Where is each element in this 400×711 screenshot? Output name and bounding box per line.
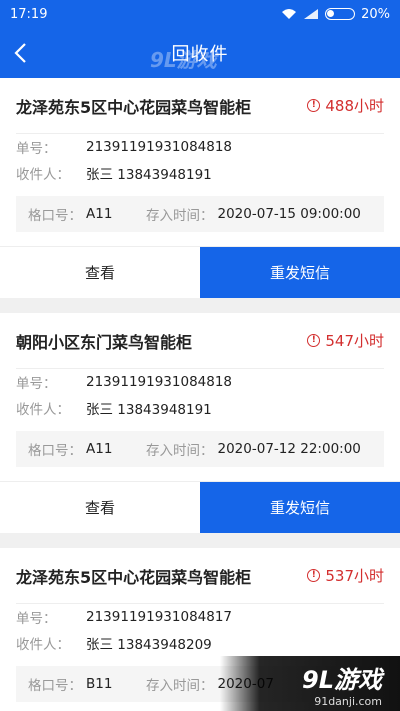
resend-sms-button[interactable]: 重发短信 (200, 247, 400, 298)
battery-icon (325, 8, 356, 20)
status-bar: 17:19 20% (0, 0, 400, 28)
locker-location: 龙泽苑东5区中心花园菜鸟智能柜 (16, 567, 252, 587)
recipient-label: 收件人： (16, 402, 70, 418)
slot-info-box: 格口号： A11 存入时间： 2020-07-15 09:00:00 (16, 196, 384, 232)
recipient-label: 收件人： (16, 637, 70, 653)
slot-value: A11 (86, 206, 113, 222)
stored-time-label: 存入时间： (146, 208, 214, 224)
stored-time-value: 2020-07-12 22:00:00 (217, 441, 361, 457)
back-arrow-icon[interactable] (10, 40, 34, 66)
recipient-value: 张三 13843948209 (86, 637, 212, 653)
slot-label: 格口号： (28, 208, 82, 224)
slot-value: B11 (86, 676, 113, 692)
view-button[interactable]: 查看 (0, 482, 200, 533)
hours-value: 537小时 (325, 567, 384, 585)
hours-value: 488小时 (325, 97, 384, 115)
order-no-value: 21391191931084818 (86, 139, 233, 155)
stored-time-label: 存入时间： (146, 678, 214, 694)
signal-icon (304, 9, 319, 19)
app-header: 17:19 20% 回收件 9L游戏 (0, 0, 400, 78)
stored-time-value: 2020-07-15 09:00:00 (217, 206, 361, 222)
recipient-label: 收件人： (16, 167, 70, 183)
locker-location: 朝阳小区东门菜鸟智能柜 (16, 332, 193, 352)
order-no-label: 单号： (16, 611, 57, 627)
slot-value: A11 (86, 441, 113, 457)
resend-sms-button[interactable]: 重发短信 (200, 482, 400, 533)
status-icons: 20% (281, 7, 390, 22)
watermark-logo: 9L游戏 (302, 665, 382, 694)
watermark-top-logo: 9L游戏 (150, 48, 217, 72)
alert-icon: ! (307, 569, 321, 582)
order-no-value: 21391191931084817 (86, 609, 233, 625)
order-no-value: 21391191931084818 (86, 374, 233, 390)
view-button[interactable]: 查看 (0, 247, 200, 298)
watermark-badge: 9L游戏 91danji.com (220, 656, 400, 711)
recipient-value: 张三 13843948191 (86, 402, 212, 418)
stored-time-label: 存入时间： (146, 443, 214, 459)
watermark-url: 91danji.com (314, 694, 382, 708)
alert-icon: ! (307, 99, 321, 112)
parcel-card: 朝阳小区东门菜鸟智能柜 ! 547小时 单号： 2139119193108481… (0, 313, 400, 533)
hours-value: 547小时 (325, 332, 384, 350)
alert-icon: ! (307, 334, 321, 347)
battery-percent: 20% (361, 6, 390, 22)
parcel-card: 龙泽苑东5区中心花园菜鸟智能柜 ! 488小时 单号： 213911919310… (0, 78, 400, 298)
overdue-hours: ! 488小时 (307, 95, 384, 116)
recipient-value: 张三 13843948191 (86, 167, 212, 183)
wifi-icon (282, 9, 297, 19)
order-no-label: 单号： (16, 141, 57, 157)
locker-location: 龙泽苑东5区中心花园菜鸟智能柜 (16, 97, 252, 117)
order-no-label: 单号： (16, 376, 57, 392)
status-time: 17:19 (10, 6, 48, 22)
slot-label: 格口号： (28, 678, 82, 694)
slot-info-box: 格口号： A11 存入时间： 2020-07-12 22:00:00 (16, 431, 384, 467)
overdue-hours: ! 547小时 (307, 330, 384, 351)
slot-label: 格口号： (28, 443, 82, 459)
overdue-hours: ! 537小时 (307, 565, 384, 586)
